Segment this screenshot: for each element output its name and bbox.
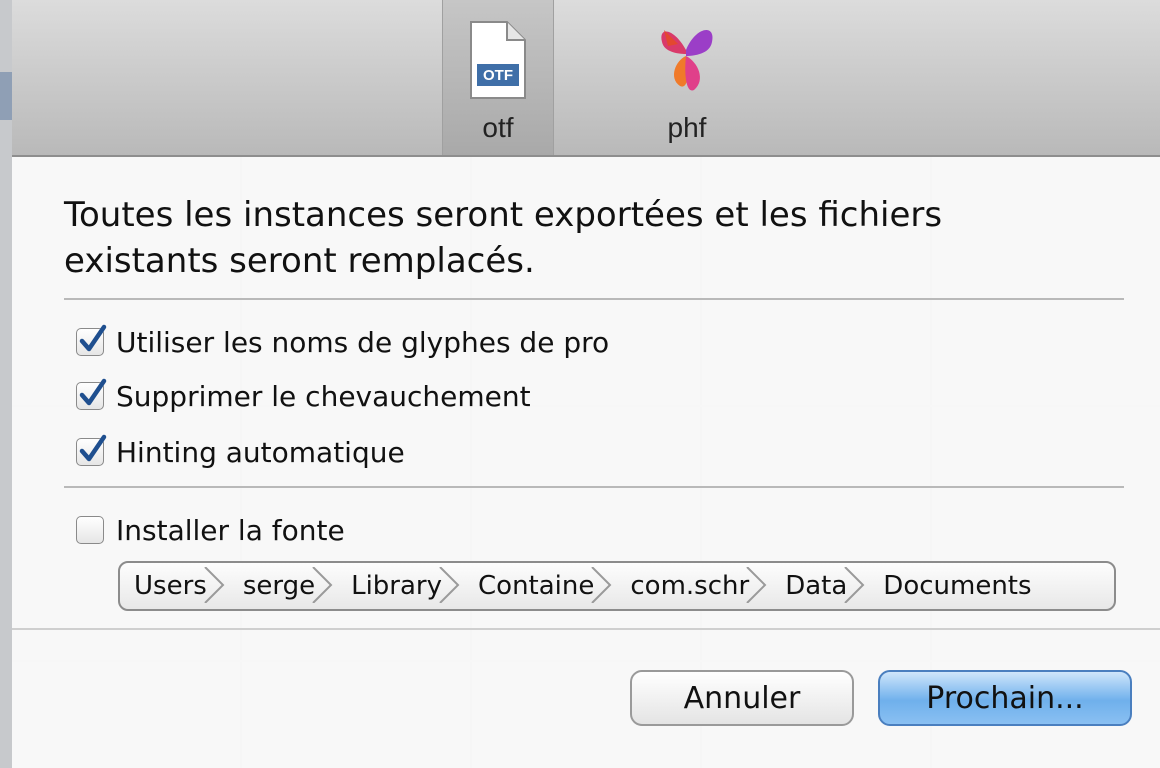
toolbar-item-label: phf: [667, 112, 707, 143]
checkmark-icon: [79, 378, 107, 406]
option-remove-overlap[interactable]: Supprimer le chevauchement: [76, 376, 531, 416]
butterfly-logo-icon: [661, 30, 713, 91]
cancel-button[interactable]: Annuler: [630, 670, 854, 726]
path-segment[interactable]: Documents: [869, 563, 1041, 609]
option-glyph-names[interactable]: Utiliser les noms de glyphes de pro: [76, 322, 609, 362]
path-segment[interactable]: serge: [229, 563, 337, 609]
checkbox-glyph-names[interactable]: [76, 324, 107, 356]
option-label: Installer la fonte: [116, 513, 345, 547]
next-button[interactable]: Prochain...: [878, 670, 1132, 726]
divider: [64, 298, 1124, 300]
option-label: Hinting automatique: [116, 435, 405, 469]
option-label: Utiliser les noms de glyphes de pro: [116, 325, 610, 359]
divider: [12, 628, 1160, 630]
checkmark-icon: [79, 434, 107, 462]
path-segment-label: Library: [351, 571, 443, 601]
option-autohint[interactable]: Hinting automatique: [76, 432, 405, 472]
option-install-font[interactable]: Installer la fonte: [76, 510, 345, 550]
path-segment-label: com.schr: [630, 571, 750, 601]
toolbar-item-phf[interactable]: phf: [632, 0, 742, 155]
export-dialog: OTF otf phf Toutes les instances seront …: [12, 0, 1160, 768]
otf-file-icon: OTF: [470, 21, 526, 99]
toolbar-item-label: otf: [482, 112, 514, 143]
chevron-right-icon: [844, 567, 865, 603]
checkbox-autohint[interactable]: [76, 434, 107, 466]
toolbar-item-otf[interactable]: OTF otf: [442, 0, 554, 155]
path-segment-label: Documents: [883, 571, 1032, 601]
export-format-toolbar: OTF otf phf: [12, 0, 1160, 157]
chevron-right-icon: [312, 567, 333, 603]
export-message: Toutes les instances seront exportées et…: [64, 195, 943, 281]
window-edge: [0, 0, 12, 768]
path-segment[interactable]: Users: [120, 563, 229, 609]
option-label: Supprimer le chevauchement: [116, 379, 531, 413]
checkbox-remove-overlap[interactable]: [76, 378, 107, 410]
window-edge-highlight: [0, 72, 12, 120]
chevron-right-icon: [439, 567, 460, 603]
export-path-control[interactable]: Users serge Library Containe com.schr Da…: [118, 561, 1116, 611]
path-segment[interactable]: com.schr: [616, 563, 771, 609]
checkmark-icon: [79, 324, 107, 352]
path-segment[interactable]: Data: [771, 563, 869, 609]
checkbox-install-font[interactable]: [76, 516, 104, 544]
otf-badge: OTF: [483, 67, 513, 84]
chevron-right-icon: [591, 567, 612, 603]
chevron-right-icon: [746, 567, 767, 603]
chevron-right-icon: [204, 567, 225, 603]
path-segment[interactable]: Library: [337, 563, 464, 609]
divider: [64, 486, 1124, 488]
path-segment-label: Containe: [478, 571, 595, 601]
path-segment[interactable]: Containe: [464, 563, 616, 609]
